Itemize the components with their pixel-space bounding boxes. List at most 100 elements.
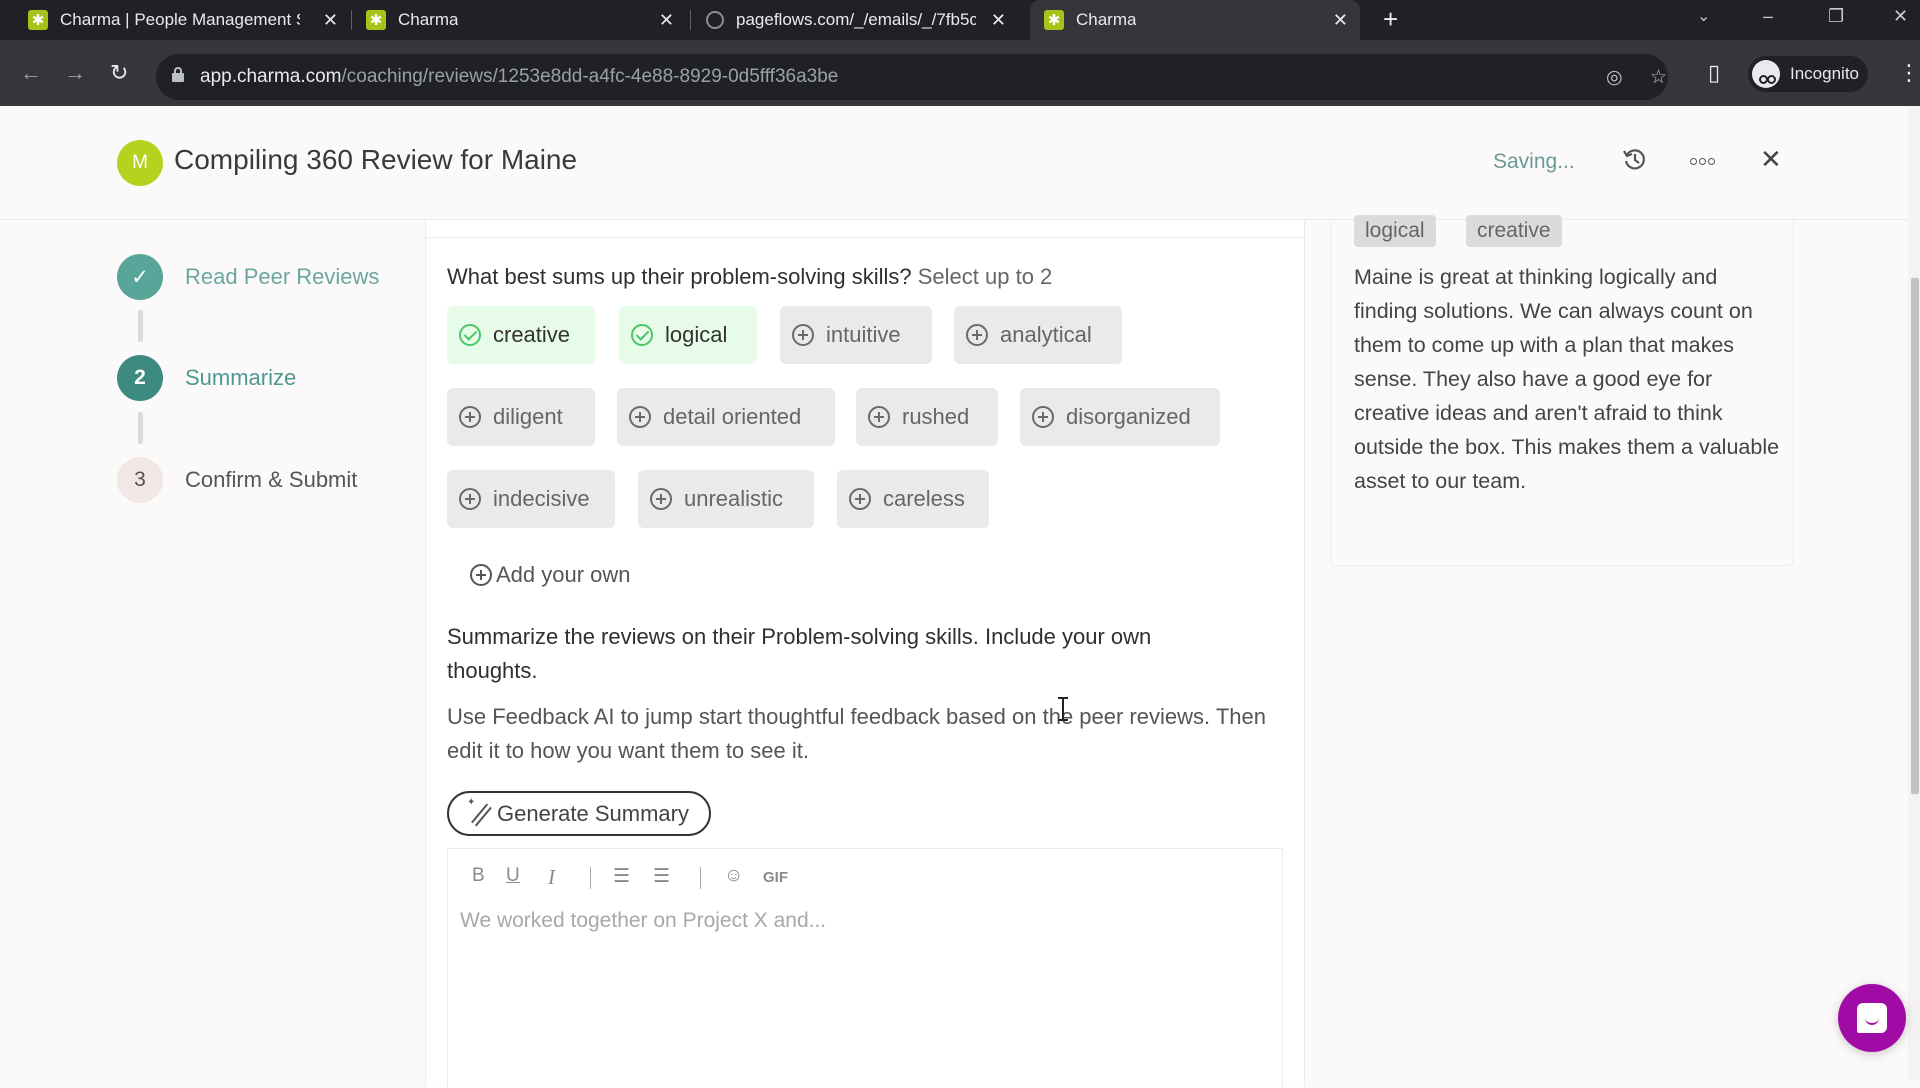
new-tab-button[interactable]: + [1383, 4, 1398, 35]
side-panel-icon[interactable]: ▯ [1708, 60, 1720, 86]
add-your-own-label: Add your own [496, 562, 631, 587]
step-label: Read Peer Reviews [185, 264, 380, 289]
skill-chip-intuitive[interactable]: intuitive [780, 306, 932, 364]
browser-tab[interactable]: pageflows.com/_/emails/_/7fb5c ✕ [706, 0, 1018, 40]
scrollbar-thumb[interactable] [1911, 278, 1919, 794]
generate-summary-label: Generate Summary [497, 800, 689, 826]
tab-title: Charma [398, 10, 459, 29]
skill-chip-careless[interactable]: careless [837, 470, 989, 528]
browser-tab-active[interactable]: ✱ Charma ✕ [1030, 0, 1360, 40]
globe-icon [706, 11, 724, 29]
step-read-peer-reviews[interactable]: ✓ Read Peer Reviews [117, 254, 379, 300]
step-connector [138, 412, 143, 444]
chat-icon [1857, 1003, 1887, 1033]
browser-tab[interactable]: ✱ Charma | People Management S ✕ [28, 0, 350, 40]
skill-chip-rushed[interactable]: rushed [856, 388, 998, 446]
reload-icon[interactable]: ↻ [110, 60, 128, 86]
tab-close-icon[interactable]: ✕ [323, 10, 338, 31]
step-number: 2 [117, 355, 163, 401]
step-label: Confirm & Submit [185, 467, 358, 492]
chip-label: creative [493, 322, 571, 347]
emoji-button[interactable]: ☺ [724, 865, 743, 887]
browser-tab[interactable]: ✱ Charma ✕ [366, 0, 686, 40]
text-cursor [1058, 697, 1068, 721]
saving-status: Saving... [1493, 150, 1575, 173]
restore-icon[interactable]: ❐ [1828, 6, 1844, 27]
close-icon[interactable]: ✕ [1760, 144, 1782, 175]
tab-close-icon[interactable]: ✕ [991, 10, 1006, 31]
generate-summary-button[interactable]: Generate Summary [447, 791, 711, 836]
italic-button[interactable]: I [548, 865, 555, 890]
chip-label: logical [665, 322, 728, 347]
numbered-list-button[interactable]: ☰ [653, 865, 670, 888]
skill-chip-creative[interactable]: creative [447, 306, 595, 364]
step-confirm-submit[interactable]: 3 Confirm & Submit [117, 457, 357, 503]
url-text: app.charma.com/coaching/reviews/1253e8dd… [200, 66, 839, 87]
browser-menu-icon[interactable]: ⋮ [1898, 60, 1920, 86]
check-circle-icon [631, 324, 653, 346]
back-icon[interactable]: ← [20, 60, 42, 86]
bold-button[interactable]: B [472, 865, 485, 887]
incognito-icon [1752, 60, 1780, 88]
window-close-icon[interactable]: ✕ [1893, 6, 1908, 27]
peer-review-text: Maine is great at thinking logically and… [1354, 265, 1780, 493]
step-summarize[interactable]: 2 Summarize [117, 355, 296, 401]
plus-circle-icon [650, 488, 672, 510]
review-tag: creative [1466, 215, 1562, 247]
chip-label: analytical [1000, 322, 1092, 347]
question-heading: What best sums up their problem-solving … [447, 264, 1053, 289]
plus-circle-icon [1032, 406, 1054, 428]
skill-chip-indecisive[interactable]: indecisive [447, 470, 615, 528]
chip-label: indecisive [493, 486, 590, 511]
skill-chip-analytical[interactable]: analytical [954, 306, 1122, 364]
tab-title: pageflows.com/_/emails/_/7fb5c [736, 10, 976, 29]
tab-close-icon[interactable]: ✕ [1333, 10, 1348, 31]
summary-editor[interactable]: B U I ☰ ☰ ☺ GIF We worked together on Pr… [447, 848, 1283, 1088]
summary-help-text: Use Feedback AI to jump start thoughtful… [447, 704, 1266, 763]
chip-label: unrealistic [684, 486, 784, 511]
plus-circle-icon [459, 488, 481, 510]
browser-tab-bar: ✱ Charma | People Management S ✕ ✱ Charm… [0, 0, 1920, 40]
lock-icon [172, 67, 184, 82]
tab-title: Charma [1076, 10, 1137, 29]
step-label: Summarize [185, 365, 297, 390]
more-options-icon[interactable] [1690, 158, 1715, 165]
charma-favicon-icon: ✱ [1044, 10, 1064, 30]
minimize-icon[interactable]: – [1763, 6, 1773, 27]
history-icon[interactable] [1622, 146, 1648, 172]
tab-search-chevron-icon[interactable]: ⌄ [1697, 6, 1710, 26]
skill-chip-diligent[interactable]: diligent [447, 388, 595, 446]
bookmark-star-icon[interactable]: ☆ [1650, 66, 1667, 89]
incognito-label: Incognito [1790, 64, 1859, 83]
eye-off-icon[interactable]: ◎ [1606, 66, 1623, 89]
magic-wand-icon [467, 797, 491, 825]
check-circle-icon [459, 324, 481, 346]
plus-circle-icon [966, 324, 988, 346]
address-bar[interactable]: app.charma.com/coaching/reviews/1253e8dd… [156, 54, 1668, 100]
skill-chip-detail-oriented[interactable]: detail oriented [617, 388, 835, 446]
gif-button[interactable]: GIF [763, 869, 788, 886]
step-number: 3 [117, 457, 163, 503]
incognito-profile-button[interactable]: Incognito [1748, 56, 1868, 92]
review-tag: logical [1354, 215, 1436, 247]
toolbar-divider [590, 867, 591, 889]
forward-icon[interactable]: → [64, 60, 86, 86]
skill-chip-logical[interactable]: logical [619, 306, 757, 364]
chip-label: diligent [493, 404, 563, 429]
add-your-own-button[interactable]: Add your own [470, 562, 631, 588]
plus-circle-icon [849, 488, 871, 510]
tab-separator [351, 10, 352, 30]
plus-circle-icon [459, 406, 481, 428]
app-header: M Compiling 360 Review for Maine Saving.… [0, 106, 1908, 220]
skill-chip-disorganized[interactable]: disorganized [1020, 388, 1220, 446]
skill-chip-unrealistic[interactable]: unrealistic [638, 470, 814, 528]
chip-label: detail oriented [663, 404, 802, 429]
chip-label: disorganized [1066, 404, 1191, 429]
chat-support-button[interactable] [1838, 984, 1906, 1052]
select-hint: Select up to 2 [917, 264, 1053, 289]
charma-favicon-icon: ✱ [28, 10, 48, 30]
underline-button[interactable]: U [506, 865, 520, 887]
bullet-list-button[interactable]: ☰ [613, 865, 630, 888]
plus-circle-icon [470, 564, 492, 586]
tab-close-icon[interactable]: ✕ [659, 10, 674, 31]
